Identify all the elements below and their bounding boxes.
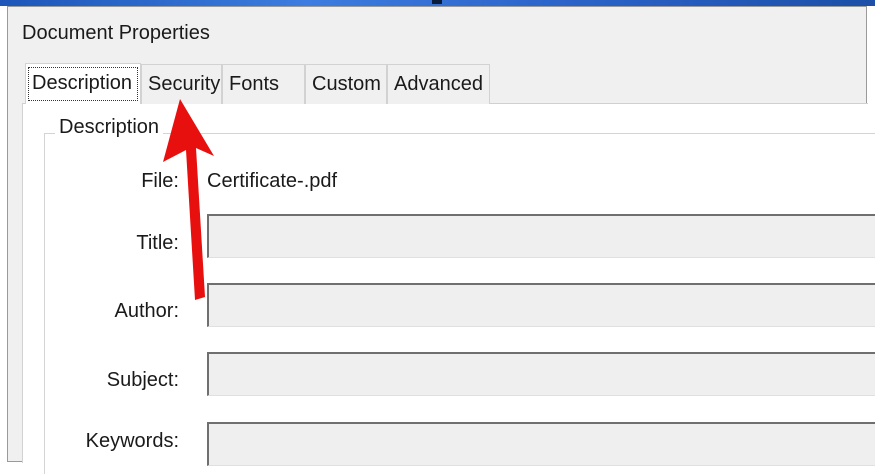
tab-security[interactable]: Security (141, 64, 222, 104)
file-label: File: (141, 170, 179, 192)
tab-description-label: Description (32, 72, 133, 94)
tab-fonts[interactable]: Fonts (222, 64, 305, 104)
description-group-title: Description (55, 116, 164, 139)
file-name-value: Certificate-.pdf (207, 170, 338, 192)
keywords-label: Keywords: (85, 430, 179, 452)
author-field[interactable] (207, 283, 875, 327)
tab-custom[interactable]: Custom (305, 64, 387, 104)
subject-label: Subject: (106, 369, 179, 391)
description-panel: Description File: Certificate-.pdf Title… (22, 104, 875, 474)
tab-advanced[interactable]: Advanced (387, 64, 490, 104)
keywords-field[interactable] (207, 422, 875, 466)
title-label: Title: (136, 232, 179, 254)
tab-security-label: Security (148, 73, 221, 95)
background-window-fragment (432, 0, 442, 4)
tab-fonts-label: Fonts (229, 73, 280, 95)
tab-description[interactable]: Description (25, 63, 141, 104)
tab-custom-label: Custom (312, 73, 381, 95)
subject-field[interactable] (207, 352, 875, 396)
author-label: Author: (114, 300, 179, 322)
dialog-title: Document Properties (22, 22, 210, 44)
document-properties-dialog: Document Properties Description Security… (7, 6, 875, 474)
title-field[interactable] (207, 214, 875, 258)
tab-advanced-label: Advanced (394, 73, 483, 95)
